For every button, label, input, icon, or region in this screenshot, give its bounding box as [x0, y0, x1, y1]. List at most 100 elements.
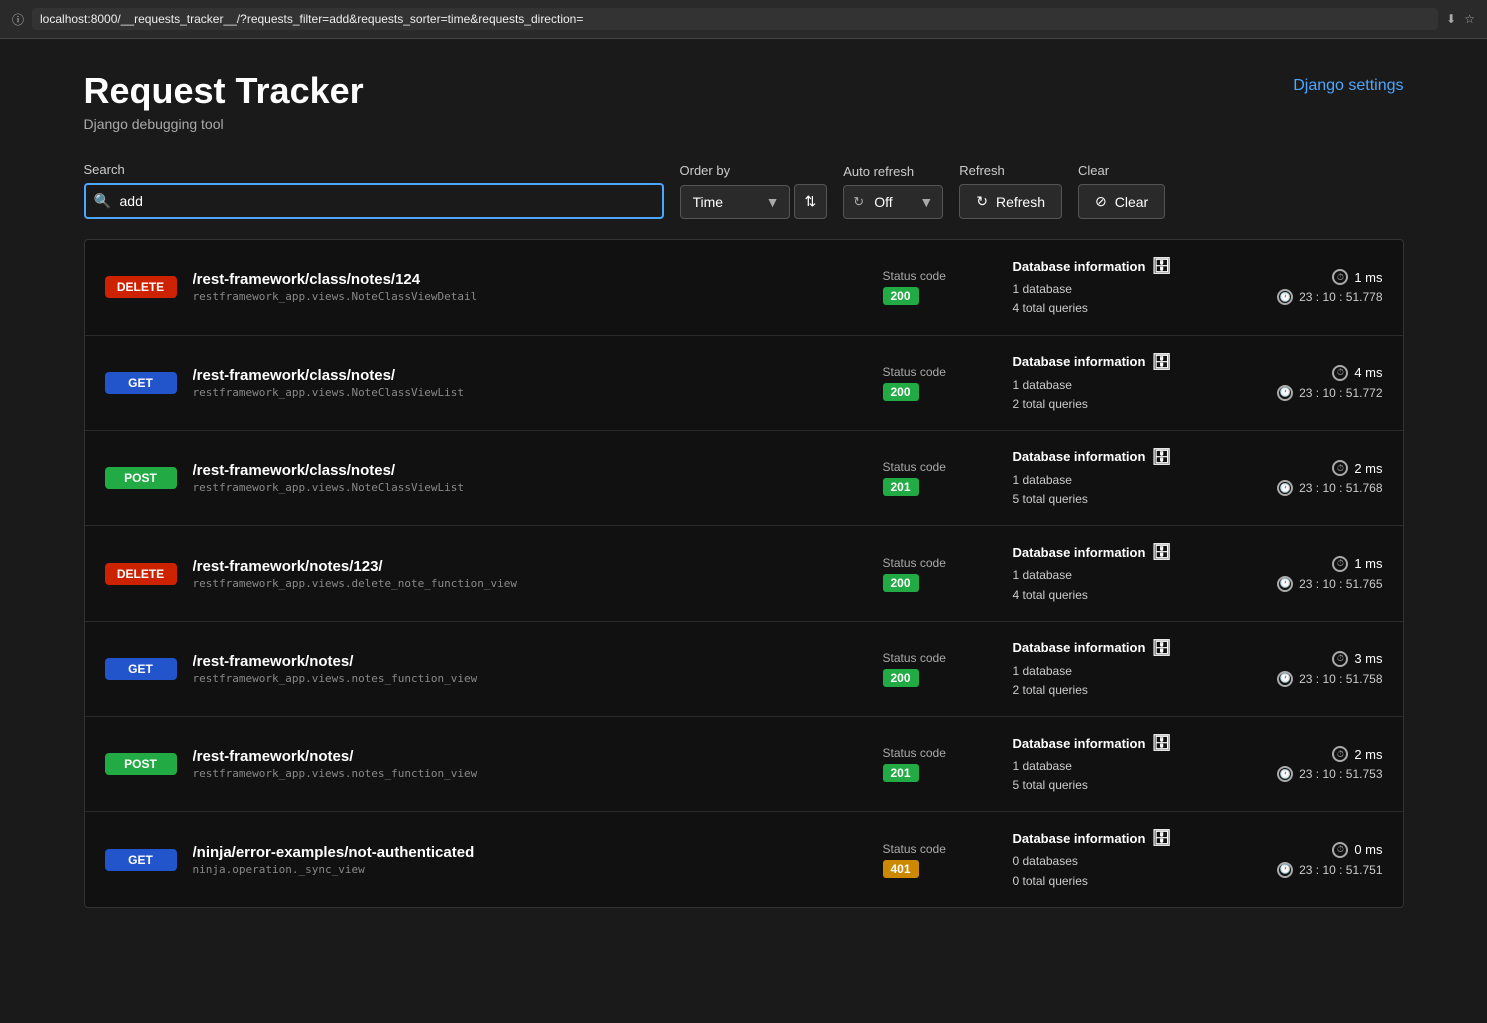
timestamp: 🕐 23 : 10 : 51.751	[1233, 862, 1383, 878]
db-info-label: Database information	[1013, 831, 1146, 846]
status-code-label: Status code	[883, 460, 1013, 474]
search-section: Search 🔍	[84, 162, 664, 219]
clear-button[interactable]: ⊘ Clear	[1078, 184, 1165, 219]
time-section: ⏱ 2 ms 🕐 23 : 10 : 51.768	[1233, 460, 1383, 496]
timestamp-value: 23 : 10 : 51.768	[1299, 481, 1382, 495]
timestamp-value: 23 : 10 : 51.772	[1299, 386, 1382, 400]
time-section: ⏱ 4 ms 🕐 23 : 10 : 51.772	[1233, 365, 1383, 401]
clear-label: Clear	[1078, 163, 1165, 178]
db-queries: 2 total queries	[1013, 681, 1233, 700]
db-info-header: Database information 🗄	[1013, 733, 1233, 753]
duration-value: 2 ms	[1354, 747, 1382, 762]
db-queries: 5 total queries	[1013, 776, 1233, 795]
duration: ⏱ 0 ms	[1233, 842, 1383, 858]
request-row[interactable]: DELETE /rest-framework/class/notes/124 r…	[85, 240, 1403, 335]
db-queries: 0 total queries	[1013, 872, 1233, 891]
browser-icons: ⬇ ☆	[1446, 12, 1475, 26]
order-label: Order by	[680, 163, 828, 178]
refresh-button[interactable]: ↻ Refresh	[959, 184, 1062, 219]
status-section: Status code 200	[883, 269, 1013, 305]
database-icon: 🗄	[1151, 256, 1171, 276]
browser-security-icon: ⓘ	[12, 11, 24, 28]
order-section: Order by Time Path Status Duration ▼ ⇅	[680, 163, 828, 219]
status-badge: 200	[883, 574, 919, 592]
db-info-header: Database information 🗄	[1013, 447, 1233, 467]
request-path-section: /rest-framework/class/notes/124 restfram…	[177, 271, 883, 303]
request-view: restframework_app.views.NoteClassViewLis…	[193, 481, 867, 494]
order-select[interactable]: Time Path Status Duration	[680, 185, 790, 219]
time-section: ⏱ 1 ms 🕐 23 : 10 : 51.778	[1233, 269, 1383, 305]
request-path-section: /rest-framework/notes/123/ restframework…	[177, 558, 883, 590]
duration: ⏱ 2 ms	[1233, 746, 1383, 762]
request-view: restframework_app.views.notes_function_v…	[193, 672, 867, 685]
refresh-label: Refresh	[959, 163, 1062, 178]
request-row[interactable]: POST /rest-framework/class/notes/ restfr…	[85, 431, 1403, 526]
time-section: ⏱ 3 ms 🕐 23 : 10 : 51.758	[1233, 651, 1383, 687]
status-code-label: Status code	[883, 842, 1013, 856]
sort-direction-toggle[interactable]: ⇅	[794, 184, 828, 219]
status-section: Status code 200	[883, 365, 1013, 401]
request-row[interactable]: GET /ninja/error-examples/not-authentica…	[85, 812, 1403, 906]
clock-icon: 🕐	[1277, 671, 1293, 687]
db-section: Database information 🗄 1 database 2 tota…	[1013, 638, 1233, 700]
timestamp: 🕐 23 : 10 : 51.772	[1233, 385, 1383, 401]
status-section: Status code 200	[883, 651, 1013, 687]
duration-value: 2 ms	[1354, 461, 1382, 476]
duration-value: 3 ms	[1354, 651, 1382, 666]
timestamp-value: 23 : 10 : 51.778	[1299, 290, 1382, 304]
search-input[interactable]	[84, 183, 664, 219]
db-queries: 4 total queries	[1013, 586, 1233, 605]
stopwatch-icon: ⏱	[1332, 556, 1348, 572]
method-badge: POST	[105, 467, 177, 489]
db-count: 0 databases	[1013, 852, 1233, 871]
request-path-section: /rest-framework/notes/ restframework_app…	[177, 653, 883, 685]
app-title: Request Tracker	[84, 69, 364, 112]
status-badge: 200	[883, 383, 919, 401]
status-code-label: Status code	[883, 746, 1013, 760]
db-count: 1 database	[1013, 662, 1233, 681]
auto-refresh-select[interactable]: Off 1s 2s 5s	[843, 185, 943, 219]
request-row[interactable]: GET /rest-framework/class/notes/ restfra…	[85, 336, 1403, 431]
stopwatch-icon: ⏱	[1332, 842, 1348, 858]
status-section: Status code 201	[883, 460, 1013, 496]
db-queries: 2 total queries	[1013, 395, 1233, 414]
auto-refresh-section: Auto refresh ↻ Off 1s 2s 5s ▼	[843, 164, 943, 219]
request-row[interactable]: GET /rest-framework/notes/ restframework…	[85, 622, 1403, 717]
timestamp-value: 23 : 10 : 51.758	[1299, 672, 1382, 686]
duration: ⏱ 4 ms	[1233, 365, 1383, 381]
status-section: Status code 200	[883, 556, 1013, 592]
clock-icon: 🕐	[1277, 385, 1293, 401]
duration: ⏱ 1 ms	[1233, 269, 1383, 285]
clock-icon: 🕐	[1277, 862, 1293, 878]
status-badge: 201	[883, 764, 919, 782]
timestamp-value: 23 : 10 : 51.753	[1299, 767, 1382, 781]
toolbar: Search 🔍 Order by Time Path Status Durat…	[84, 162, 1404, 219]
time-section: ⏱ 0 ms 🕐 23 : 10 : 51.751	[1233, 842, 1383, 878]
refresh-btn-label: Refresh	[996, 194, 1045, 210]
timestamp: 🕐 23 : 10 : 51.765	[1233, 576, 1383, 592]
request-path-section: /rest-framework/notes/ restframework_app…	[177, 748, 883, 780]
status-section: Status code 401	[883, 842, 1013, 878]
django-settings-link[interactable]: Django settings	[1293, 69, 1403, 95]
request-path: /rest-framework/notes/123/	[193, 558, 867, 575]
timestamp: 🕐 23 : 10 : 51.758	[1233, 671, 1383, 687]
browser-star-icon: ☆	[1464, 12, 1475, 26]
db-count: 1 database	[1013, 280, 1233, 299]
database-icon: 🗄	[1151, 733, 1171, 753]
clear-section: Clear ⊘ Clear	[1078, 163, 1165, 219]
db-count: 1 database	[1013, 757, 1233, 776]
clear-btn-label: Clear	[1115, 194, 1148, 210]
browser-url[interactable]: localhost:8000/__requests_tracker__/?req…	[32, 8, 1438, 30]
timestamp: 🕐 23 : 10 : 51.768	[1233, 480, 1383, 496]
db-info-label: Database information	[1013, 640, 1146, 655]
duration: ⏱ 1 ms	[1233, 556, 1383, 572]
database-icon: 🗄	[1151, 828, 1171, 848]
status-badge: 401	[883, 860, 919, 878]
app-subtitle: Django debugging tool	[84, 116, 364, 132]
request-path: /rest-framework/class/notes/	[193, 367, 867, 384]
request-view: ninja.operation._sync_view	[193, 863, 867, 876]
status-code-label: Status code	[883, 365, 1013, 379]
request-row[interactable]: DELETE /rest-framework/notes/123/ restfr…	[85, 526, 1403, 621]
status-badge: 201	[883, 478, 919, 496]
request-row[interactable]: POST /rest-framework/notes/ restframewor…	[85, 717, 1403, 812]
